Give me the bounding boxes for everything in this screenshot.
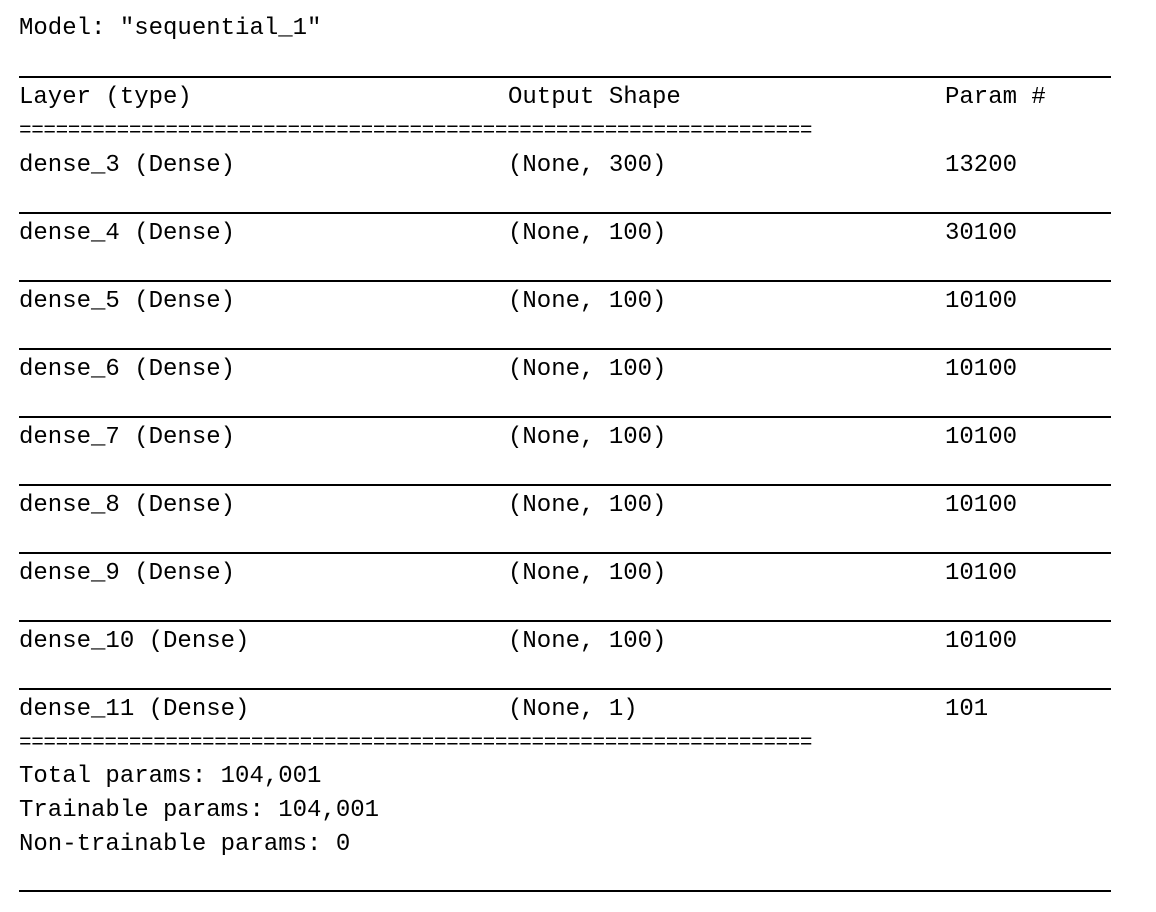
layer-name: dense_6 (Dense) — [19, 356, 236, 383]
output-shape: (None, 300) — [508, 152, 667, 179]
layer-name: dense_4 (Dense) — [19, 220, 236, 247]
layer-name: dense_8 (Dense) — [19, 492, 236, 519]
footer-double-rule: ========================================… — [19, 736, 813, 752]
output-shape: (None, 100) — [508, 628, 667, 655]
param-count: 10100 — [945, 288, 1018, 315]
output-shape: (None, 100) — [508, 560, 667, 587]
header-param-count: Param # — [945, 84, 1046, 111]
header-double-rule: ========================================… — [19, 124, 813, 140]
output-shape: (None, 100) — [508, 492, 667, 519]
header-layer-type: Layer (type) — [19, 84, 192, 111]
layer-name: dense_9 (Dense) — [19, 560, 236, 587]
model-title: Model: "sequential_1" — [19, 15, 322, 42]
non-trainable-params: Non-trainable params: 0 — [19, 831, 351, 858]
row-separator — [19, 552, 1111, 554]
layer-name: dense_11 (Dense) — [19, 696, 250, 723]
param-count: 13200 — [945, 152, 1018, 179]
param-count: 101 — [945, 696, 989, 723]
param-count: 10100 — [945, 492, 1018, 519]
row-separator — [19, 484, 1111, 486]
param-count: 30100 — [945, 220, 1018, 247]
bottom-rule — [19, 890, 1111, 892]
row-separator — [19, 212, 1111, 214]
param-count: 10100 — [945, 560, 1018, 587]
output-shape: (None, 1) — [508, 696, 638, 723]
row-separator — [19, 348, 1111, 350]
layer-name: dense_5 (Dense) — [19, 288, 236, 315]
output-shape: (None, 100) — [508, 288, 667, 315]
row-separator — [19, 416, 1111, 418]
output-shape: (None, 100) — [508, 356, 667, 383]
layer-name: dense_7 (Dense) — [19, 424, 236, 451]
param-count: 10100 — [945, 628, 1018, 655]
layer-name: dense_10 (Dense) — [19, 628, 250, 655]
row-separator — [19, 280, 1111, 282]
output-shape: (None, 100) — [508, 220, 667, 247]
param-count: 10100 — [945, 356, 1018, 383]
trainable-params: Trainable params: 104,001 — [19, 797, 380, 824]
total-params: Total params: 104,001 — [19, 763, 322, 790]
row-separator — [19, 688, 1111, 690]
layer-name: dense_3 (Dense) — [19, 152, 236, 179]
header-output-shape: Output Shape — [508, 84, 681, 111]
param-count: 10100 — [945, 424, 1018, 451]
top-rule — [19, 76, 1111, 78]
row-separator — [19, 620, 1111, 622]
output-shape: (None, 100) — [508, 424, 667, 451]
